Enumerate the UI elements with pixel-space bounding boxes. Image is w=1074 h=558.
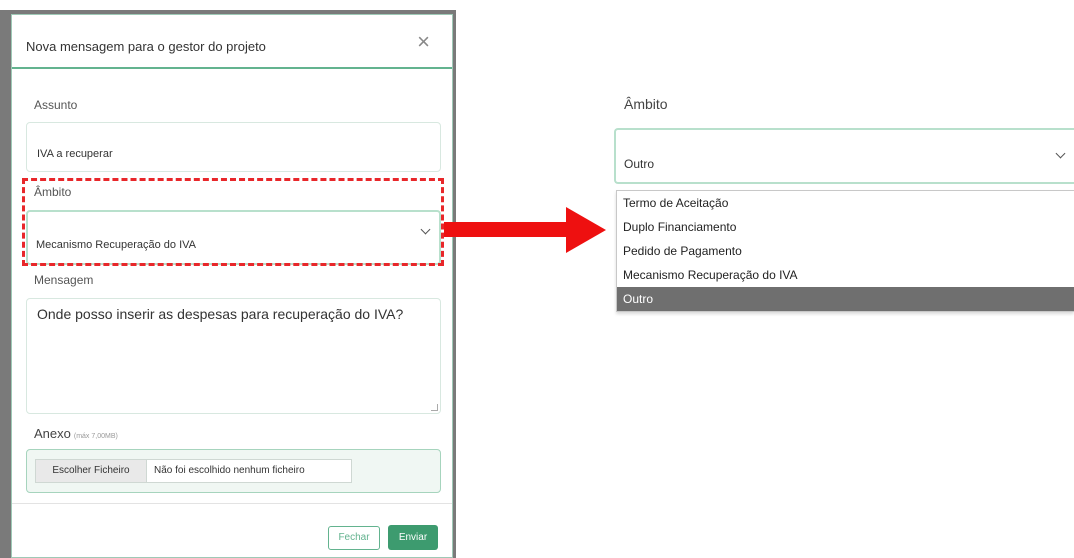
scope-label: Âmbito bbox=[34, 185, 72, 199]
zoom-selected-value: Outro bbox=[624, 157, 655, 171]
resize-handle-icon[interactable] bbox=[431, 404, 438, 411]
close-icon[interactable]: × bbox=[417, 31, 430, 53]
subject-value: IVA a recuperar bbox=[37, 148, 113, 160]
footer-divider bbox=[12, 503, 452, 504]
modal-title: Nova mensagem para o gestor do projeto bbox=[26, 39, 266, 54]
zoom-scope-label: Âmbito bbox=[624, 96, 668, 112]
dropdown-option[interactable]: Duplo Financiamento bbox=[617, 215, 1074, 239]
send-button[interactable]: Enviar bbox=[388, 525, 438, 550]
modal-header: Nova mensagem para o gestor do projeto × bbox=[12, 15, 452, 69]
dropdown-option[interactable]: Mecanismo Recuperação do IVA bbox=[617, 263, 1074, 287]
message-value: Onde posso inserir as despesas para recu… bbox=[37, 306, 404, 322]
right-arrow-icon bbox=[444, 222, 572, 237]
scope-value: Mecanismo Recuperação do IVA bbox=[36, 239, 196, 251]
dropdown-option-selected[interactable]: Outro bbox=[617, 287, 1074, 311]
file-upload-area: Escolher Ficheiro Não foi escolhido nenh… bbox=[26, 449, 441, 493]
scope-select[interactable]: Mecanismo Recuperação do IVA bbox=[26, 210, 441, 265]
dropdown-list: Termo de Aceitação Duplo Financiamento P… bbox=[616, 190, 1074, 312]
annex-size-note: (máx 7,00MB) bbox=[73, 433, 118, 440]
message-textarea[interactable]: Onde posso inserir as despesas para recu… bbox=[26, 298, 441, 414]
dropdown-option[interactable]: Termo de Aceitação bbox=[617, 191, 1074, 215]
choose-file-button[interactable]: Escolher Ficheiro bbox=[36, 460, 147, 482]
file-status: Não foi escolhido nenhum ficheiro bbox=[154, 465, 305, 476]
annex-label-row: Anexo (máx 7,00MB) bbox=[34, 426, 118, 441]
message-modal: Nova mensagem para o gestor do projeto ×… bbox=[11, 14, 453, 558]
chevron-down-icon bbox=[1055, 148, 1066, 159]
zoom-scope-select[interactable]: Outro bbox=[614, 128, 1074, 184]
chevron-down-icon bbox=[420, 224, 431, 235]
subject-label: Assunto bbox=[34, 98, 78, 112]
message-label: Mensagem bbox=[34, 273, 94, 287]
close-button[interactable]: Fechar bbox=[328, 526, 380, 550]
subject-input[interactable]: IVA a recuperar bbox=[26, 122, 441, 172]
dropdown-option[interactable]: Pedido de Pagamento bbox=[617, 239, 1074, 263]
file-input[interactable]: Escolher Ficheiro Não foi escolhido nenh… bbox=[35, 459, 352, 483]
annex-label: Anexo bbox=[34, 426, 71, 441]
arrow-head-icon bbox=[566, 207, 606, 253]
